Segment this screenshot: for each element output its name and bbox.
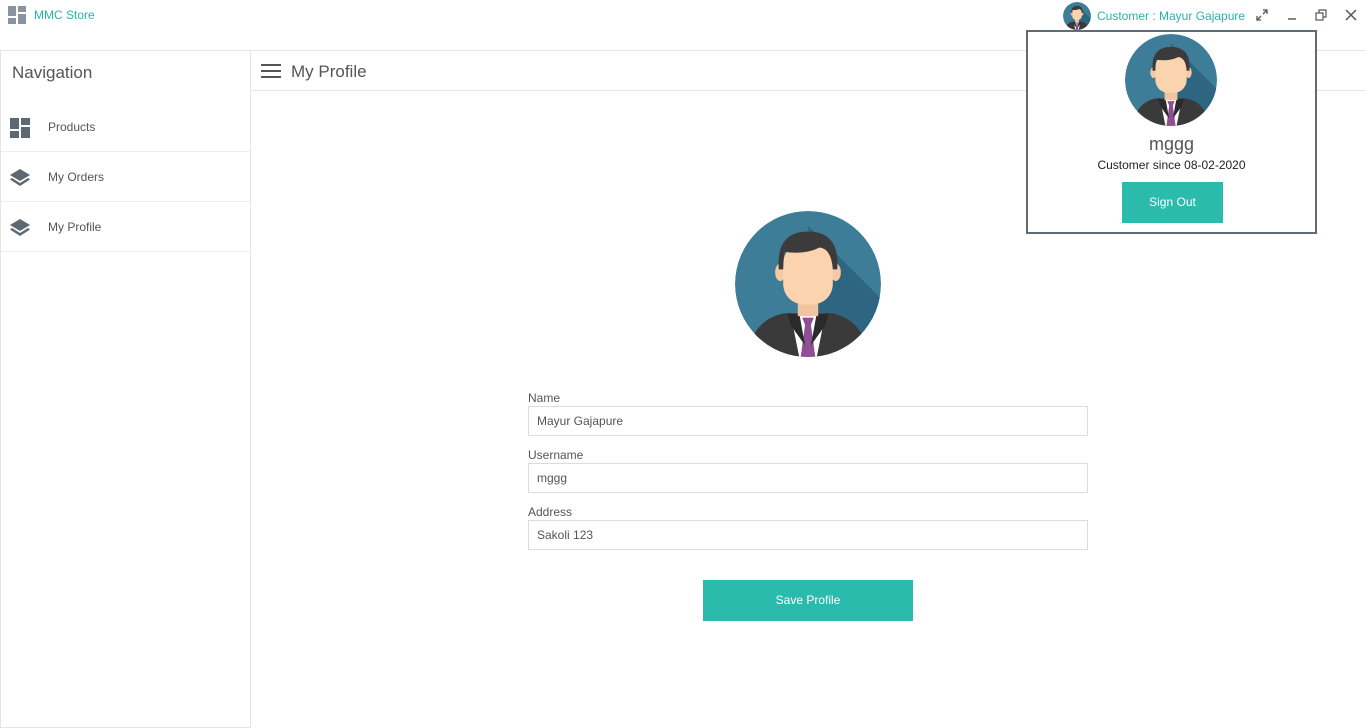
hamburger-menu-icon[interactable] bbox=[261, 64, 281, 78]
app-title: MMC Store bbox=[34, 8, 95, 22]
user-label[interactable]: Customer : Mayur Gajapure bbox=[1097, 9, 1245, 23]
sidebar-item-my-profile[interactable]: My Profile bbox=[1, 202, 250, 252]
user-popup: mggg Customer since 08-02-2020 Sign Out bbox=[1026, 30, 1317, 234]
minimize-icon[interactable] bbox=[1284, 7, 1300, 23]
sign-out-button[interactable]: Sign Out bbox=[1122, 182, 1223, 223]
sidebar-title: Navigation bbox=[12, 63, 93, 82]
address-field[interactable] bbox=[528, 520, 1088, 550]
page-title: My Profile bbox=[291, 62, 367, 81]
user-menu[interactable]: Customer : Mayur Gajapure bbox=[1063, 1, 1245, 31]
profile-avatar bbox=[735, 211, 881, 357]
dashboard-grid-icon bbox=[10, 118, 30, 138]
sidebar-item-label: My Profile bbox=[48, 220, 102, 234]
user-avatar-icon[interactable] bbox=[1063, 2, 1091, 30]
close-icon[interactable] bbox=[1343, 7, 1359, 23]
layers-icon bbox=[10, 219, 30, 236]
username-field[interactable] bbox=[528, 463, 1088, 493]
sidebar-item-label: My Orders bbox=[48, 170, 105, 184]
fullscreen-icon[interactable] bbox=[1254, 7, 1270, 23]
popup-avatar bbox=[1125, 34, 1217, 126]
name-label: Name bbox=[528, 391, 561, 405]
customer-since-text: Customer since 08-02-2020 bbox=[1097, 158, 1246, 172]
layers-icon bbox=[10, 169, 30, 186]
save-profile-button[interactable]: Save Profile bbox=[703, 580, 913, 621]
sidebar-item-products[interactable]: Products bbox=[1, 102, 250, 152]
restore-icon[interactable] bbox=[1313, 7, 1329, 23]
username-label: Username bbox=[528, 448, 584, 462]
address-label: Address bbox=[528, 505, 573, 519]
app-logo-icon bbox=[8, 6, 26, 24]
popup-username: mggg bbox=[1148, 134, 1195, 154]
sidebar: Navigation Products My Orders My Profile bbox=[0, 50, 251, 728]
sidebar-item-label: Products bbox=[48, 120, 96, 134]
title-bar: MMC Store Customer : Mayur Gajapure bbox=[0, 0, 1366, 34]
sidebar-item-my-orders[interactable]: My Orders bbox=[1, 152, 250, 202]
name-field[interactable] bbox=[528, 406, 1088, 436]
